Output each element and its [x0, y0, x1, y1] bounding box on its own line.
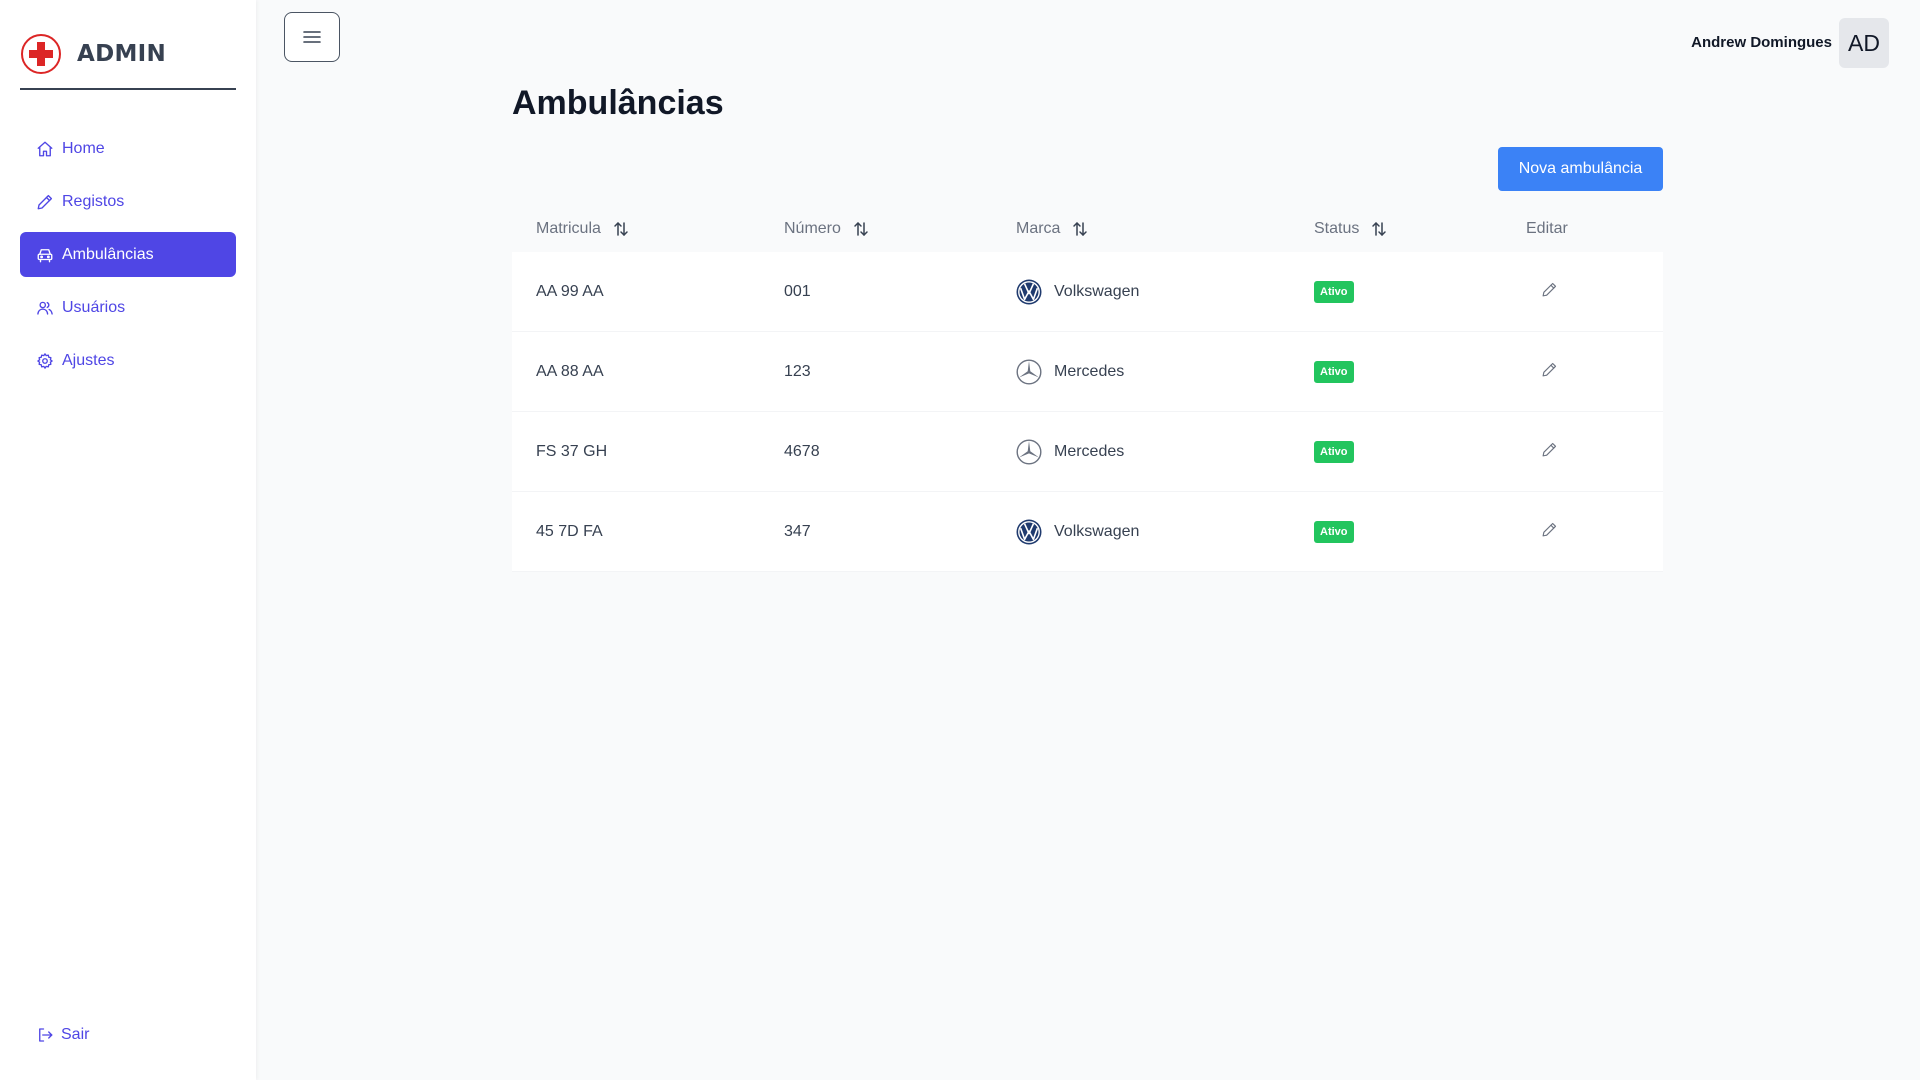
brand-name: Mercedes	[1054, 442, 1125, 460]
brand-name: Volkswagen	[1054, 282, 1140, 300]
menu-toggle-button[interactable]	[284, 12, 340, 62]
brand-name: Volkswagen	[1054, 522, 1140, 540]
sidebar-item-registos[interactable]: Registos	[20, 179, 236, 224]
cell-edit	[1502, 281, 1663, 303]
cell-number: 4678	[784, 442, 820, 460]
mercedes-logo-icon	[1016, 438, 1042, 465]
cell-edit	[1502, 521, 1663, 543]
sidebar-item-home[interactable]: Home	[20, 126, 236, 171]
logout-label: Sair	[61, 1026, 90, 1043]
new-ambulance-button[interactable]: Nova ambulância	[1498, 147, 1663, 191]
avatar[interactable]: AD	[1839, 18, 1889, 68]
car-icon	[37, 248, 53, 262]
cell-edit	[1502, 441, 1663, 463]
table-row: AA 88 AA 123 Mercedes Ativo	[512, 332, 1663, 412]
page-title: Ambulâncias	[512, 84, 724, 122]
cell-brand: Volkswagen	[992, 519, 1290, 545]
cell-status: Ativo	[1290, 520, 1502, 543]
cell-number: 347	[784, 522, 811, 540]
status-badge: Ativo	[1314, 440, 1354, 463]
pencil-icon	[1542, 362, 1557, 376]
cell-plate: 45 7D FA	[536, 522, 603, 540]
volkswagen-logo-icon	[1016, 519, 1042, 544]
column-header-marca[interactable]: Marca	[992, 219, 1290, 239]
ambulances-table: Matricula Número Marca Status Editar AA …	[512, 206, 1663, 572]
sort-icon[interactable]	[851, 219, 871, 239]
status-badge: Ativo	[1314, 520, 1354, 543]
mercedes-logo-icon	[1016, 358, 1042, 385]
edit-button[interactable]	[1541, 361, 1558, 378]
brand-name: Mercedes	[1054, 362, 1125, 380]
sidebar-item-label: Home	[62, 139, 105, 157]
sidebar-item-label: Ajustes	[62, 351, 115, 369]
status-badge: Ativo	[1314, 280, 1354, 303]
table-row: 45 7D FA 347 Volkswagen Ativo	[512, 492, 1663, 572]
cell-status: Ativo	[1290, 440, 1502, 463]
users-icon	[37, 301, 53, 315]
cell-number: 001	[784, 282, 811, 300]
cell-number: 123	[784, 362, 811, 380]
column-label: Status	[1314, 220, 1360, 237]
sidebar: ADMIN Home Registos Ambulâncias Usuários…	[0, 0, 256, 1080]
sidebar-item-label: Registos	[62, 192, 125, 210]
cell-plate: FS 37 GH	[536, 442, 608, 460]
sort-icon[interactable]	[1369, 219, 1389, 239]
brand-title: ADMIN	[77, 41, 167, 67]
sidebar-item-ambulancias[interactable]: Ambulâncias	[20, 232, 236, 277]
sidebar-item-label: Ambulâncias	[62, 245, 154, 263]
edit-button[interactable]	[1541, 521, 1558, 538]
edit-button[interactable]	[1541, 281, 1558, 298]
table-header: Matricula Número Marca Status Editar	[512, 206, 1663, 252]
column-label: Editar	[1526, 220, 1568, 237]
column-label: Número	[784, 220, 841, 237]
pencil-icon	[1542, 522, 1557, 536]
logout-link[interactable]: Sair	[36, 1026, 89, 1044]
column-header-matricula[interactable]: Matricula	[512, 219, 760, 239]
cell-brand: Mercedes	[992, 438, 1290, 465]
table-row: AA 99 AA 001 Volkswagen Ativo	[512, 252, 1663, 332]
sort-icon[interactable]	[1070, 219, 1090, 239]
status-badge: Ativo	[1314, 360, 1354, 383]
home-icon	[37, 141, 53, 156]
hamburger-menu-icon	[303, 31, 321, 43]
user-name: Andrew Domingues	[1691, 34, 1832, 51]
column-header-status[interactable]: Status	[1290, 219, 1502, 239]
cell-status: Ativo	[1290, 360, 1502, 383]
gear-icon	[37, 352, 53, 369]
column-label: Marca	[1016, 220, 1061, 237]
pencil-icon	[37, 194, 53, 209]
cell-brand: Mercedes	[992, 358, 1290, 385]
sidebar-nav: Home Registos Ambulâncias Usuários Ajust…	[20, 126, 236, 391]
brand-header: ADMIN	[20, 32, 236, 90]
cell-status: Ativo	[1290, 280, 1502, 303]
logout-icon	[39, 1028, 53, 1042]
column-header-numero[interactable]: Número	[760, 219, 992, 239]
sidebar-item-usuarios[interactable]: Usuários	[20, 285, 236, 330]
cell-plate: AA 88 AA	[536, 362, 604, 380]
table-row: FS 37 GH 4678 Mercedes Ativo	[512, 412, 1663, 492]
volkswagen-logo-icon	[1016, 279, 1042, 304]
cell-edit	[1502, 361, 1663, 383]
sidebar-item-ajustes[interactable]: Ajustes	[20, 338, 236, 383]
cell-brand: Volkswagen	[992, 279, 1290, 305]
pencil-icon	[1542, 442, 1557, 456]
cell-plate: AA 99 AA	[536, 282, 604, 300]
edit-button[interactable]	[1541, 441, 1558, 458]
column-label: Matricula	[536, 220, 601, 237]
red-cross-icon	[21, 34, 61, 74]
sort-icon[interactable]	[611, 219, 631, 239]
column-header-editar: Editar	[1502, 220, 1663, 238]
pencil-icon	[1542, 282, 1557, 296]
sidebar-item-label: Usuários	[62, 298, 126, 316]
